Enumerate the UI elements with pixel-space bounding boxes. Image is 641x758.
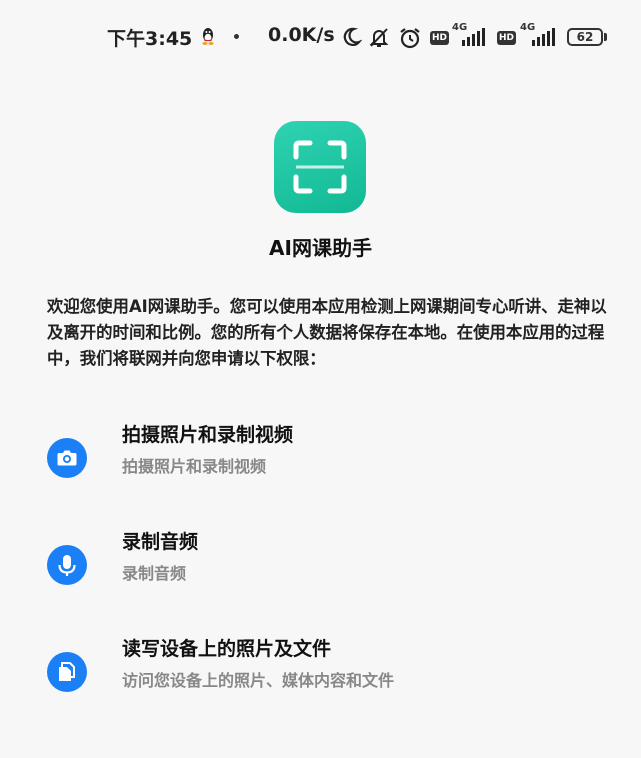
- permission-description: 访问您设备上的照片、媒体内容和文件: [122, 671, 395, 690]
- signal-icon: [532, 28, 555, 46]
- permission-description: 拍摄照片和录制视频: [122, 457, 267, 476]
- permission-item-camera: 拍摄照片和录制视频 拍摄照片和录制视频: [47, 420, 607, 480]
- scan-frame-icon: [293, 140, 347, 194]
- bell-off-icon: [369, 28, 389, 47]
- status-time: 下午3:45: [107, 28, 193, 50]
- permission-title: 拍摄照片和录制视频: [122, 424, 294, 446]
- qq-icon: [202, 28, 214, 45]
- hd-badge: HD: [430, 31, 450, 45]
- permission-item-microphone: 录制音频 录制音频: [47, 527, 607, 587]
- network-speed: 0.0K/s: [268, 24, 335, 46]
- permission-item-files: 读写设备上的照片及文件 访问您设备上的照片、媒体内容和文件: [47, 634, 607, 694]
- alarm-icon: [400, 28, 420, 49]
- moon-icon: [343, 27, 362, 46]
- intro-text: 欢迎您使用AI网课助手。您可以使用本应用检测上网课期间专心听讲、走神以及离开的时…: [47, 297, 607, 368]
- app-name: AI网课助手: [269, 236, 372, 260]
- microphone-icon: [47, 545, 87, 585]
- battery-icon: [604, 33, 607, 41]
- camera-icon: [47, 438, 87, 478]
- files-icon: [47, 652, 87, 692]
- status-bar: 下午3:45 0.0K/s HD 4G HD 4G 62: [0, 20, 641, 56]
- hd-badge: HD: [497, 31, 517, 45]
- app-icon: [274, 121, 366, 213]
- status-dot: [234, 34, 239, 39]
- permission-title: 录制音频: [122, 531, 199, 553]
- battery-level: 62: [567, 28, 603, 46]
- permission-title: 读写设备上的照片及文件: [122, 638, 332, 660]
- permission-description: 录制音频: [122, 564, 187, 583]
- permission-screen: 下午3:45 0.0K/s HD 4G HD 4G 62 AI网课助手 欢迎您使…: [0, 0, 641, 758]
- signal-icon: [462, 28, 485, 46]
